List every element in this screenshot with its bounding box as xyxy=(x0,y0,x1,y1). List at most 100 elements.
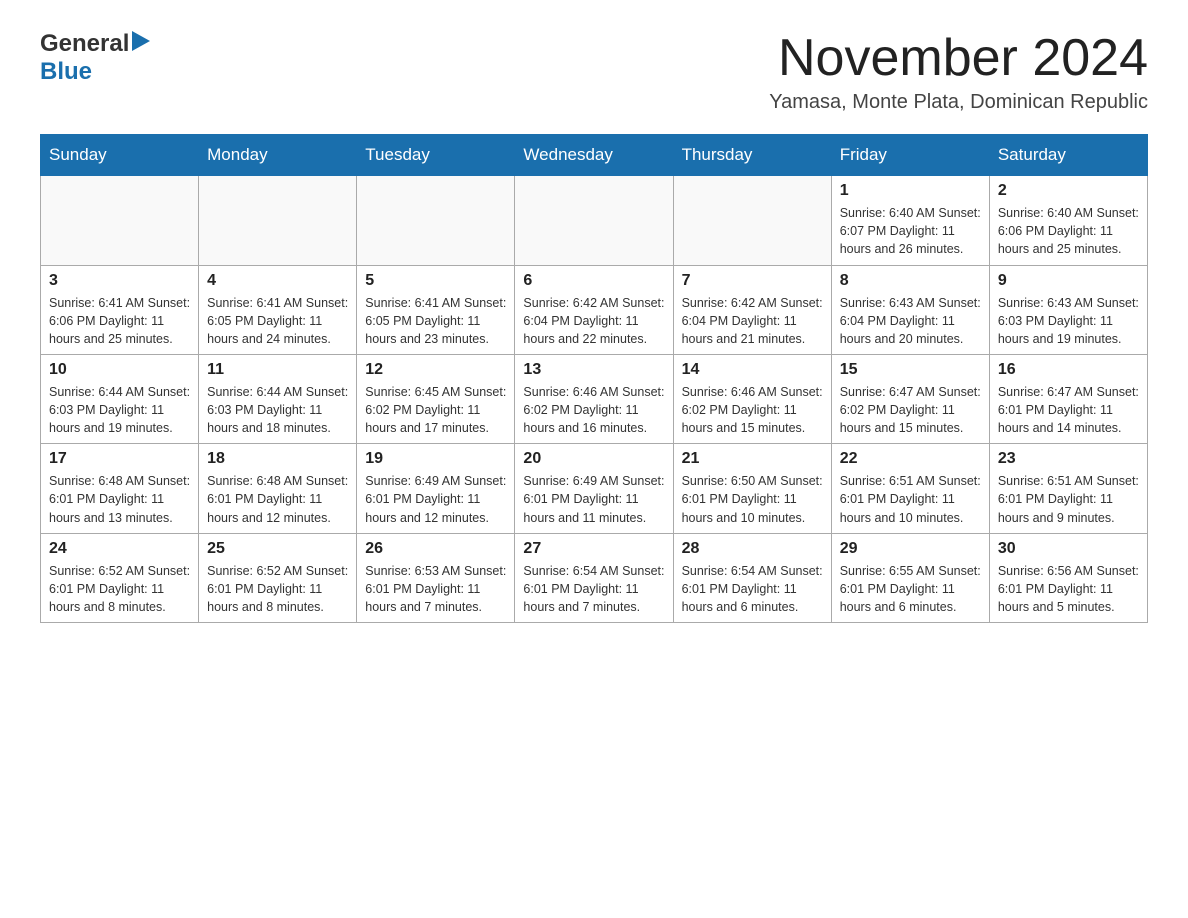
day-info: Sunrise: 6:40 AM Sunset: 6:06 PM Dayligh… xyxy=(998,204,1139,258)
calendar-title-area: November 2024 Yamasa, Monte Plata, Domin… xyxy=(769,30,1148,114)
calendar-header-row: SundayMondayTuesdayWednesdayThursdayFrid… xyxy=(41,135,1148,176)
calendar-cell: 8 Sunrise: 6:43 AM Sunset: 6:04 PM Daylig… xyxy=(831,265,989,354)
day-info: Sunrise: 6:50 AM Sunset: 6:01 PM Dayligh… xyxy=(682,472,823,526)
day-info: Sunrise: 6:51 AM Sunset: 6:01 PM Dayligh… xyxy=(998,472,1139,526)
day-header-wednesday: Wednesday xyxy=(515,135,673,176)
logo-blue-text: Blue xyxy=(40,58,92,85)
calendar-cell: 23 Sunrise: 6:51 AM Sunset: 6:01 PM Dayli… xyxy=(989,444,1147,533)
day-number: 10 xyxy=(49,361,190,379)
calendar-cell: 7 Sunrise: 6:42 AM Sunset: 6:04 PM Daylig… xyxy=(673,265,831,354)
page-header: General Blue November 2024 Yamasa, Monte… xyxy=(40,30,1148,114)
day-info: Sunrise: 6:41 AM Sunset: 6:05 PM Dayligh… xyxy=(207,294,348,348)
calendar-cell: 4 Sunrise: 6:41 AM Sunset: 6:05 PM Daylig… xyxy=(199,265,357,354)
day-info: Sunrise: 6:52 AM Sunset: 6:01 PM Dayligh… xyxy=(207,562,348,616)
day-info: Sunrise: 6:41 AM Sunset: 6:06 PM Dayligh… xyxy=(49,294,190,348)
day-info: Sunrise: 6:42 AM Sunset: 6:04 PM Dayligh… xyxy=(682,294,823,348)
day-number: 25 xyxy=(207,540,348,558)
day-number: 8 xyxy=(840,272,981,290)
calendar-cell: 5 Sunrise: 6:41 AM Sunset: 6:05 PM Daylig… xyxy=(357,265,515,354)
calendar-cell: 12 Sunrise: 6:45 AM Sunset: 6:02 PM Dayli… xyxy=(357,354,515,443)
day-header-friday: Friday xyxy=(831,135,989,176)
calendar-cell: 6 Sunrise: 6:42 AM Sunset: 6:04 PM Daylig… xyxy=(515,265,673,354)
day-number: 12 xyxy=(365,361,506,379)
day-header-thursday: Thursday xyxy=(673,135,831,176)
logo-triangle-icon xyxy=(132,31,150,56)
day-info: Sunrise: 6:48 AM Sunset: 6:01 PM Dayligh… xyxy=(49,472,190,526)
calendar-cell: 28 Sunrise: 6:54 AM Sunset: 6:01 PM Dayli… xyxy=(673,533,831,622)
day-info: Sunrise: 6:43 AM Sunset: 6:04 PM Dayligh… xyxy=(840,294,981,348)
day-number: 1 xyxy=(840,182,981,200)
day-header-monday: Monday xyxy=(199,135,357,176)
calendar-cell: 20Sunrise: 6:49 AM Sunset: 6:01 PM Dayli… xyxy=(515,444,673,533)
day-info: Sunrise: 6:46 AM Sunset: 6:02 PM Dayligh… xyxy=(523,383,664,437)
day-info: Sunrise: 6:44 AM Sunset: 6:03 PM Dayligh… xyxy=(49,383,190,437)
day-number: 22 xyxy=(840,450,981,468)
logo-general-text: General xyxy=(40,30,129,58)
location-subtitle: Yamasa, Monte Plata, Dominican Republic xyxy=(769,91,1148,114)
calendar-cell: 24 Sunrise: 6:52 AM Sunset: 6:01 PM Dayli… xyxy=(41,533,199,622)
day-number: 15 xyxy=(840,361,981,379)
day-info: Sunrise: 6:40 AM Sunset: 6:07 PM Dayligh… xyxy=(840,204,981,258)
day-info: Sunrise: 6:54 AM Sunset: 6:01 PM Dayligh… xyxy=(523,562,664,616)
calendar-cell: 21 Sunrise: 6:50 AM Sunset: 6:01 PM Dayli… xyxy=(673,444,831,533)
calendar-cell: 27 Sunrise: 6:54 AM Sunset: 6:01 PM Dayli… xyxy=(515,533,673,622)
calendar-cell: 22Sunrise: 6:51 AM Sunset: 6:01 PM Dayli… xyxy=(831,444,989,533)
day-number: 27 xyxy=(523,540,664,558)
day-number: 18 xyxy=(207,450,348,468)
day-info: Sunrise: 6:45 AM Sunset: 6:02 PM Dayligh… xyxy=(365,383,506,437)
day-number: 5 xyxy=(365,272,506,290)
day-header-saturday: Saturday xyxy=(989,135,1147,176)
day-number: 30 xyxy=(998,540,1139,558)
day-info: Sunrise: 6:55 AM Sunset: 6:01 PM Dayligh… xyxy=(840,562,981,616)
calendar-cell xyxy=(199,176,357,265)
day-header-sunday: Sunday xyxy=(41,135,199,176)
day-number: 19 xyxy=(365,450,506,468)
day-number: 4 xyxy=(207,272,348,290)
day-info: Sunrise: 6:53 AM Sunset: 6:01 PM Dayligh… xyxy=(365,562,506,616)
day-number: 20 xyxy=(523,450,664,468)
logo: General Blue xyxy=(40,30,150,86)
day-number: 2 xyxy=(998,182,1139,200)
day-number: 23 xyxy=(998,450,1139,468)
day-number: 13 xyxy=(523,361,664,379)
calendar-cell: 1 Sunrise: 6:40 AM Sunset: 6:07 PM Daylig… xyxy=(831,176,989,265)
day-number: 29 xyxy=(840,540,981,558)
calendar-cell xyxy=(41,176,199,265)
day-number: 17 xyxy=(49,450,190,468)
month-title: November 2024 xyxy=(769,30,1148,87)
day-info: Sunrise: 6:46 AM Sunset: 6:02 PM Dayligh… xyxy=(682,383,823,437)
day-number: 9 xyxy=(998,272,1139,290)
calendar-cell: 14Sunrise: 6:46 AM Sunset: 6:02 PM Dayli… xyxy=(673,354,831,443)
day-info: Sunrise: 6:41 AM Sunset: 6:05 PM Dayligh… xyxy=(365,294,506,348)
calendar-cell: 13 Sunrise: 6:46 AM Sunset: 6:02 PM Dayli… xyxy=(515,354,673,443)
day-info: Sunrise: 6:56 AM Sunset: 6:01 PM Dayligh… xyxy=(998,562,1139,616)
day-number: 28 xyxy=(682,540,823,558)
calendar-cell: 9 Sunrise: 6:43 AM Sunset: 6:03 PM Daylig… xyxy=(989,265,1147,354)
calendar-cell: 30 Sunrise: 6:56 AM Sunset: 6:01 PM Dayli… xyxy=(989,533,1147,622)
calendar-table: SundayMondayTuesdayWednesdayThursdayFrid… xyxy=(40,134,1148,623)
calendar-cell: 2 Sunrise: 6:40 AM Sunset: 6:06 PM Daylig… xyxy=(989,176,1147,265)
day-number: 7 xyxy=(682,272,823,290)
day-info: Sunrise: 6:43 AM Sunset: 6:03 PM Dayligh… xyxy=(998,294,1139,348)
day-info: Sunrise: 6:48 AM Sunset: 6:01 PM Dayligh… xyxy=(207,472,348,526)
day-header-tuesday: Tuesday xyxy=(357,135,515,176)
day-info: Sunrise: 6:42 AM Sunset: 6:04 PM Dayligh… xyxy=(523,294,664,348)
day-number: 6 xyxy=(523,272,664,290)
calendar-week-row: 24 Sunrise: 6:52 AM Sunset: 6:01 PM Dayli… xyxy=(41,533,1148,622)
day-info: Sunrise: 6:54 AM Sunset: 6:01 PM Dayligh… xyxy=(682,562,823,616)
day-info: Sunrise: 6:52 AM Sunset: 6:01 PM Dayligh… xyxy=(49,562,190,616)
calendar-cell: 10 Sunrise: 6:44 AM Sunset: 6:03 PM Dayli… xyxy=(41,354,199,443)
calendar-cell: 16 Sunrise: 6:47 AM Sunset: 6:01 PM Dayli… xyxy=(989,354,1147,443)
day-info: Sunrise: 6:44 AM Sunset: 6:03 PM Dayligh… xyxy=(207,383,348,437)
day-info: Sunrise: 6:47 AM Sunset: 6:01 PM Dayligh… xyxy=(998,383,1139,437)
day-number: 16 xyxy=(998,361,1139,379)
calendar-cell xyxy=(357,176,515,265)
day-info: Sunrise: 6:49 AM Sunset: 6:01 PM Dayligh… xyxy=(365,472,506,526)
calendar-cell xyxy=(515,176,673,265)
calendar-cell: 3Sunrise: 6:41 AM Sunset: 6:06 PM Daylig… xyxy=(41,265,199,354)
calendar-cell: 26Sunrise: 6:53 AM Sunset: 6:01 PM Dayli… xyxy=(357,533,515,622)
calendar-week-row: 1 Sunrise: 6:40 AM Sunset: 6:07 PM Daylig… xyxy=(41,176,1148,265)
calendar-cell xyxy=(673,176,831,265)
day-number: 21 xyxy=(682,450,823,468)
day-number: 24 xyxy=(49,540,190,558)
